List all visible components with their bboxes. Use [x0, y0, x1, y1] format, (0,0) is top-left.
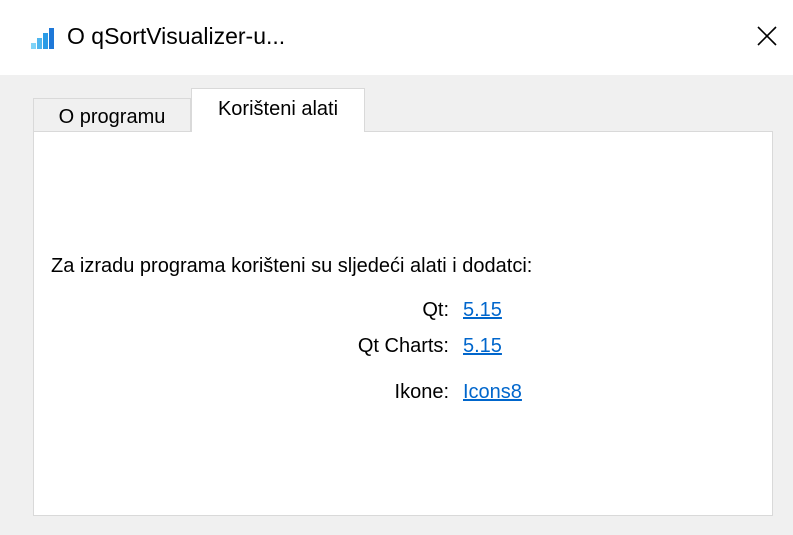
intro-text: Za izradu programa korišteni su sljedeći… [51, 255, 533, 277]
icons8-link[interactable]: Icons8 [463, 381, 522, 404]
tab-label: O programu [58, 106, 166, 128]
close-icon [757, 26, 777, 46]
close-button[interactable] [749, 18, 785, 54]
qt-charts-version-link[interactable]: 5.15 [463, 335, 502, 358]
tab-koristeni-alati[interactable]: Korišteni alati [191, 88, 365, 132]
bar-chart-icon [31, 28, 54, 49]
qt-version-link[interactable]: 5.15 [463, 299, 502, 322]
title-bar[interactable]: O qSortVisualizer-u... [0, 0, 793, 75]
qt-charts-label: Qt Charts: [357, 335, 449, 357]
tab-label: Korišteni alati [217, 98, 339, 120]
icons-label: Ikone: [394, 381, 449, 403]
window-title: O qSortVisualizer-u... [67, 23, 286, 49]
about-dialog: O qSortVisualizer-u... O programu Korišt… [0, 0, 793, 535]
qt-label: Qt: [422, 299, 449, 321]
tab-panel: Za izradu programa korišteni su sljedeći… [33, 131, 773, 516]
tab-o-programu[interactable]: O programu [33, 98, 191, 132]
